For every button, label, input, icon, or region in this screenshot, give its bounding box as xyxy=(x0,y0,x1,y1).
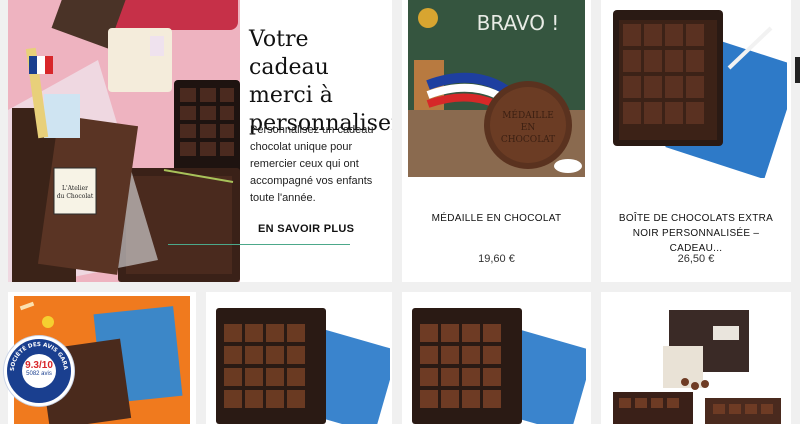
product-image[interactable]: BRAVO ! MÉDAILLE EN CHOCOLAT xyxy=(408,0,585,177)
product-name[interactable]: BOÎTE DE CHOCOLATS EXTRA NOIR PERSONNALI… xyxy=(611,211,781,256)
learn-more-link[interactable]: EN SAVOIR PLUS xyxy=(258,223,354,235)
reviews-badge[interactable]: SOCIÉTÉ DES AVIS GARANTIS 9.3/10 5082 av… xyxy=(4,336,74,406)
product-price: 19,60 € xyxy=(478,253,515,265)
badge-review-count: 5082 avis xyxy=(26,371,52,377)
product-image[interactable] xyxy=(214,304,390,424)
chocolate-box-image xyxy=(214,304,390,424)
product-name[interactable]: MÉDAILLE EN CHOCOLAT xyxy=(412,211,581,226)
chocolate-chest-image xyxy=(609,306,785,424)
promo-description: Personnalisez un cadeau chocolat unique … xyxy=(250,124,374,204)
svg-text:L'Atelier: L'Atelier xyxy=(62,185,88,192)
link-underline xyxy=(168,244,350,245)
svg-text:MÉDAILLE: MÉDAILLE xyxy=(502,109,554,121)
svg-text:du Chocolat: du Chocolat xyxy=(57,193,94,200)
ribbon-red xyxy=(45,56,53,74)
product-card-milk-box[interactable] xyxy=(402,292,591,424)
svg-text:CHOCOLAT: CHOCOLAT xyxy=(501,135,555,145)
ribbon-white xyxy=(37,56,45,74)
product-price: 26,50 € xyxy=(677,253,715,265)
chocolate-box-image xyxy=(611,8,787,178)
product-image[interactable] xyxy=(609,306,785,424)
product-image[interactable] xyxy=(611,8,787,178)
product-card-medal[interactable]: BRAVO ! MÉDAILLE EN CHOCOLAT MÉDAILLE EN… xyxy=(402,0,591,282)
badge-score: 9.3/10 xyxy=(25,360,53,371)
scrollbar-thumb[interactable] xyxy=(795,57,800,83)
svg-text:BRAVO !: BRAVO ! xyxy=(477,11,560,35)
chocolate-medal-image: BRAVO ! MÉDAILLE EN CHOCOLAT xyxy=(408,0,585,177)
promo-image: L'Atelier du Chocolat xyxy=(8,0,240,282)
product-card-assorted-box[interactable] xyxy=(206,292,392,424)
product-card-extra-dark-box[interactable]: BOÎTE DE CHOCOLATS EXTRA NOIR PERSONNALI… xyxy=(601,0,791,282)
ribbon-blue xyxy=(29,56,37,74)
product-card-gift-chest[interactable] xyxy=(601,292,791,424)
svg-text:EN: EN xyxy=(521,123,536,133)
chocolate-gift-illustration: L'Atelier du Chocolat xyxy=(8,0,240,282)
badge-score-panel: 9.3/10 5082 avis xyxy=(22,354,56,388)
chocolate-box-image xyxy=(410,304,586,424)
promo-card[interactable]: L'Atelier du Chocolat Votre cadeau merci… xyxy=(8,0,392,282)
product-image[interactable] xyxy=(410,304,586,424)
